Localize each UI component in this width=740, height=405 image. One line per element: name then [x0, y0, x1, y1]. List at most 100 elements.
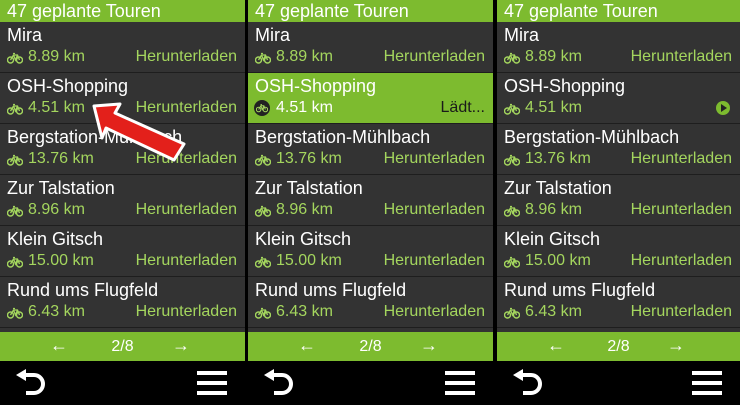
list-item[interactable]: Rund ums Flugfeld 6.43 km Herunterladen	[0, 277, 245, 328]
download-link[interactable]: Herunterladen	[384, 201, 485, 219]
bike-icon	[7, 205, 23, 217]
device-screen-1: 47 geplante Touren Mira 8.89 km Herunter…	[0, 0, 245, 405]
pager: ← 2/8 →	[497, 332, 740, 361]
tour-name: Zur Talstation	[504, 178, 612, 198]
download-link[interactable]: Herunterladen	[631, 150, 732, 168]
download-link[interactable]: Herunterladen	[136, 201, 237, 219]
back-icon[interactable]	[14, 369, 48, 397]
bike-icon	[254, 100, 270, 116]
tour-distance: 8.89 km	[276, 48, 333, 65]
bike-icon	[504, 52, 520, 64]
bike-icon	[504, 205, 520, 217]
tour-name: Zur Talstation	[255, 178, 363, 198]
download-link[interactable]: Herunterladen	[384, 150, 485, 168]
next-page-button[interactable]: →	[172, 335, 190, 356]
tour-distance: 4.51 km	[28, 99, 85, 116]
bike-icon	[504, 103, 520, 115]
bike-icon	[7, 256, 23, 268]
tour-name: Klein Gitsch	[504, 229, 601, 249]
list-item[interactable]: Rund ums Flugfeld 6.43 km Herunterladen	[248, 277, 493, 328]
list-item[interactable]: OSH-Shopping 4.51 km	[497, 73, 740, 124]
pager: ← 2/8 →	[0, 332, 245, 361]
tour-name: Rund ums Flugfeld	[7, 280, 159, 300]
download-link[interactable]: Herunterladen	[631, 201, 732, 219]
pager: ← 2/8 →	[248, 332, 493, 361]
tour-name: OSH-Shopping	[504, 76, 626, 96]
download-link[interactable]: Herunterladen	[631, 252, 732, 270]
page-title: 47 geplante Touren	[248, 0, 493, 22]
tour-distance: 4.51 km	[276, 99, 333, 116]
download-link[interactable]: Herunterladen	[136, 252, 237, 270]
bike-icon	[504, 154, 520, 166]
list-item[interactable]: Zur Talstation 8.96 km Herunterladen	[248, 175, 493, 226]
list-item[interactable]: Bergstation-Mühlbach 13.76 km Herunterla…	[497, 124, 740, 175]
tour-name: Bergstation-Mühlbach	[255, 127, 431, 147]
device-screen-3: 47 geplante Touren Mira 8.89 km Herunter…	[497, 0, 740, 405]
menu-icon[interactable]	[445, 371, 475, 395]
list-item[interactable]: Mira 8.89 km Herunterladen	[497, 22, 740, 73]
tour-list: Mira 8.89 km Herunterladen OSH-Shopping …	[497, 22, 740, 328]
tour-distance: 15.00 km	[28, 252, 94, 269]
menu-icon[interactable]	[692, 371, 722, 395]
tour-distance: 13.76 km	[525, 150, 591, 167]
bike-icon	[7, 307, 23, 319]
list-item[interactable]: Klein Gitsch 15.00 km Herunterladen	[497, 226, 740, 277]
tour-name: Rund ums Flugfeld	[255, 280, 407, 300]
tour-distance: 6.43 km	[276, 303, 333, 320]
bike-icon	[255, 205, 271, 217]
next-page-button[interactable]: →	[420, 335, 438, 356]
play-icon[interactable]	[716, 101, 730, 115]
bike-icon	[255, 307, 271, 319]
tour-distance: 8.96 km	[276, 201, 333, 218]
tour-distance: 8.89 km	[525, 48, 582, 65]
tour-distance: 15.00 km	[525, 252, 591, 269]
bottom-bar	[497, 361, 740, 405]
page-indicator: 2/8	[359, 338, 382, 355]
bike-icon	[7, 154, 23, 166]
list-item[interactable]: Rund ums Flugfeld 6.43 km Herunterladen	[497, 277, 740, 328]
tour-name: OSH-Shopping	[7, 76, 129, 96]
tour-name: Klein Gitsch	[7, 229, 104, 249]
download-link[interactable]: Herunterladen	[136, 303, 237, 321]
loading-status: Lädt...	[440, 99, 485, 116]
tour-name: Mira	[255, 25, 290, 45]
tour-distance: 8.96 km	[28, 201, 85, 218]
list-item[interactable]: Mira 8.89 km Herunterladen	[248, 22, 493, 73]
tour-distance: 15.00 km	[276, 252, 342, 269]
bike-icon	[7, 52, 23, 64]
list-item[interactable]: Zur Talstation 8.96 km Herunterladen	[0, 175, 245, 226]
list-item[interactable]: Bergstation-Mühlbach 13.76 km Herunterla…	[248, 124, 493, 175]
list-item[interactable]: Klein Gitsch 15.00 km Herunterladen	[0, 226, 245, 277]
download-link[interactable]: Herunterladen	[136, 48, 237, 66]
tour-list: Mira 8.89 km Herunterladen OSH-Shopping …	[248, 22, 493, 328]
bike-icon	[255, 52, 271, 64]
list-item-selected[interactable]: OSH-Shopping 4.51 km Lädt...	[248, 73, 493, 124]
menu-icon[interactable]	[197, 371, 227, 395]
page-indicator: 2/8	[607, 338, 630, 355]
list-item[interactable]: Klein Gitsch 15.00 km Herunterladen	[248, 226, 493, 277]
bottom-bar	[248, 361, 493, 405]
download-link[interactable]: Herunterladen	[384, 303, 485, 321]
page-title: 47 geplante Touren	[0, 0, 245, 22]
next-page-button[interactable]: →	[667, 335, 685, 356]
bike-icon	[504, 256, 520, 268]
tour-list: Mira 8.89 km Herunterladen OSH-Shopping …	[0, 22, 245, 328]
tour-distance: 13.76 km	[276, 150, 342, 167]
back-icon[interactable]	[262, 369, 296, 397]
bike-icon	[255, 256, 271, 268]
download-link[interactable]: Herunterladen	[631, 303, 732, 321]
bike-icon	[7, 103, 23, 115]
download-link[interactable]: Herunterladen	[631, 48, 732, 66]
download-link[interactable]: Herunterladen	[384, 252, 485, 270]
tour-distance: 6.43 km	[28, 303, 85, 320]
list-item[interactable]: Mira 8.89 km Herunterladen	[0, 22, 245, 73]
tour-distance: 13.76 km	[28, 150, 94, 167]
tour-name: Mira	[7, 25, 42, 45]
device-screen-2: 47 geplante Touren Mira 8.89 km Herunter…	[248, 0, 493, 405]
tour-name: Zur Talstation	[7, 178, 115, 198]
tour-name: OSH-Shopping	[255, 76, 377, 96]
tour-name: Bergstation-Mühlbach	[504, 127, 680, 147]
list-item[interactable]: Zur Talstation 8.96 km Herunterladen	[497, 175, 740, 226]
download-link[interactable]: Herunterladen	[384, 48, 485, 66]
back-icon[interactable]	[511, 369, 545, 397]
